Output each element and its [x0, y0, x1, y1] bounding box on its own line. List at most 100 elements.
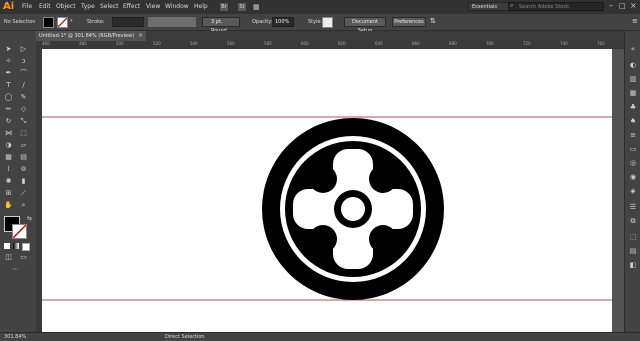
ruler-tick-label: 700	[486, 41, 494, 46]
menu-effect[interactable]: Effect	[123, 3, 140, 10]
status-current-tool[interactable]: Direct Selection	[165, 334, 205, 340]
graphic-style-swatch[interactable]	[322, 17, 333, 28]
slice-tool-icon[interactable]: ⟋	[18, 189, 29, 198]
column-graph-tool-icon[interactable]: ▮	[18, 177, 29, 186]
menu-select[interactable]: Select	[100, 3, 119, 10]
none-mode-icon[interactable]	[22, 243, 30, 251]
arrange-documents-icon[interactable]: ▦	[253, 3, 262, 11]
blend-tool-icon[interactable]: ⊚	[18, 165, 29, 174]
close-icon[interactable]: ×	[630, 1, 637, 10]
transform-panel-icon[interactable]: ⬚	[628, 233, 638, 242]
shape-builder-tool-icon[interactable]: ◑	[3, 141, 14, 150]
menu-window[interactable]: Window	[165, 3, 189, 10]
graphic-styles-panel-icon[interactable]: ◈	[628, 187, 638, 196]
symbol-sprayer-tool-icon[interactable]: ✺	[3, 177, 14, 186]
transparency-panel-icon[interactable]: ◎	[628, 159, 638, 168]
color-guide-panel-icon[interactable]: ▥	[628, 75, 638, 84]
stroke-weight-input[interactable]	[112, 17, 144, 27]
search-stock-input[interactable]: Search Adobe Stock	[508, 2, 604, 11]
panel-collapse-icon[interactable]: «	[628, 45, 638, 54]
align-panel-icon[interactable]: ▤	[628, 247, 638, 256]
ruler-tick-label: 480	[79, 41, 87, 46]
gradient-tool-icon[interactable]: ▤	[18, 153, 29, 162]
menu-help[interactable]: Help	[194, 3, 208, 10]
ruler-tick-label: 640	[375, 41, 383, 46]
ellipse-tool-icon[interactable]: ◯	[3, 93, 14, 102]
canvas-pasteboard	[612, 49, 624, 332]
opacity-input[interactable]: 100%	[272, 17, 294, 27]
color-mode-icon[interactable]	[4, 243, 10, 249]
panel-menu-icon[interactable]: ≡	[632, 17, 638, 25]
menu-object[interactable]: Object	[56, 3, 76, 10]
paintbrush-tool-icon[interactable]: ✎	[18, 93, 29, 102]
swatches-panel-icon[interactable]: ▦	[628, 89, 638, 98]
brushes-panel-icon[interactable]: ♣	[628, 103, 638, 112]
edit-toolbar-icon[interactable]: ⋯	[10, 265, 21, 274]
right-panel-dock: « ◐ ▥ ▦ ♣ ♠ ≡ ▭ ◎ ◉ ◈ ☰ ⧉ ⬚ ▤ ◧	[624, 31, 640, 332]
pathfinder-panel-icon[interactable]: ◧	[628, 261, 638, 270]
gradient-mode-icon[interactable]	[13, 243, 19, 249]
stroke-panel-icon[interactable]: ≡	[628, 131, 638, 140]
menu-view[interactable]: View	[146, 3, 160, 10]
lasso-tool-icon[interactable]: ↄ	[18, 57, 29, 66]
symbols-panel-icon[interactable]: ♠	[628, 117, 638, 126]
fill-swatch[interactable]	[43, 17, 54, 28]
perspective-grid-tool-icon[interactable]: ▱	[18, 141, 29, 150]
hand-tool-icon[interactable]: ✋	[3, 201, 14, 210]
control-bar: No Selection ▾ Stroke: 3 pt. Round Opaci…	[0, 14, 640, 34]
mesh-tool-icon[interactable]: ▦	[3, 153, 14, 162]
color-panel-icon[interactable]: ◐	[628, 61, 638, 70]
direct-selection-tool-icon[interactable]: ▷	[18, 45, 29, 54]
minimize-icon[interactable]: –	[609, 1, 613, 10]
variable-width-profile[interactable]	[148, 17, 196, 27]
dropdown-arrow-icon[interactable]: ▾	[70, 18, 73, 24]
eraser-tool-icon[interactable]: ◇	[18, 105, 29, 114]
stock-icon[interactable]: St	[238, 3, 246, 11]
eyedropper-tool-icon[interactable]: ⌇	[3, 165, 14, 174]
rotate-tool-icon[interactable]: ↻	[3, 117, 14, 126]
zoom-tool-icon[interactable]: ⌕	[18, 201, 29, 210]
ruler-tick-label: 680	[449, 41, 457, 46]
brush-definition-select[interactable]: 3 pt. Round	[202, 17, 240, 34]
menu-type[interactable]: Type	[81, 3, 95, 10]
curvature-tool-icon[interactable]: ⌒	[18, 69, 29, 78]
ruler-tick-label: 540	[190, 41, 198, 46]
width-tool-icon[interactable]: ⋈	[3, 129, 14, 138]
zoom-level[interactable]: 301.84%	[4, 334, 26, 340]
type-tool-icon[interactable]: T	[3, 81, 14, 90]
pen-tool-icon[interactable]: ✒	[3, 69, 14, 78]
ruler-tick-label: 740	[560, 41, 568, 46]
ruler-tick-label: 520	[153, 41, 161, 46]
line-segment-tool-icon[interactable]: /	[18, 81, 29, 90]
bridge-icon[interactable]: Br	[220, 3, 228, 11]
close-tab-icon[interactable]: ×	[138, 32, 143, 39]
screen-mode-icon[interactable]: ▭	[18, 253, 29, 262]
selection-arrange-icon[interactable]: ⇅	[430, 17, 436, 25]
preferences-button[interactable]: Preferences	[392, 17, 426, 27]
stroke-color-icon[interactable]	[12, 224, 27, 239]
artboards-panel-icon[interactable]: ⧉	[628, 217, 638, 226]
document-setup-button[interactable]: Document Setup	[344, 17, 386, 34]
layers-panel-icon[interactable]: ☰	[628, 203, 638, 212]
style-label: Style:	[308, 19, 323, 25]
scale-tool-icon[interactable]: ⤡	[18, 117, 29, 126]
drawing-modes-icon[interactable]: ◫	[3, 253, 14, 262]
artwork-canvas	[42, 116, 612, 301]
swap-fill-stroke-icon[interactable]: ⇆	[24, 214, 35, 223]
wheel-artwork[interactable]	[262, 118, 444, 300]
artboard-tool-icon[interactable]: ⊞	[3, 189, 14, 198]
ruler-tick-label: 560	[227, 41, 235, 46]
free-transform-tool-icon[interactable]: ⬚	[18, 129, 29, 138]
stroke-swatch[interactable]	[57, 17, 68, 28]
magic-wand-tool-icon[interactable]: ✧	[3, 57, 14, 66]
menu-edit[interactable]: Edit	[39, 3, 51, 10]
gradient-panel-icon[interactable]: ▭	[628, 145, 638, 154]
appearance-panel-icon[interactable]: ◉	[628, 173, 638, 182]
selection-tool-icon[interactable]: ➤	[3, 45, 14, 54]
pencil-tool-icon[interactable]: ✏	[3, 105, 14, 114]
app-logo: Ai	[3, 1, 15, 12]
artboard[interactable]	[42, 49, 612, 332]
document-tab[interactable]: Untitled-1* @ 301.84% (RGB/Preview)	[36, 31, 146, 41]
maximize-icon[interactable]: □	[619, 2, 626, 10]
menu-file[interactable]: File	[22, 3, 32, 10]
